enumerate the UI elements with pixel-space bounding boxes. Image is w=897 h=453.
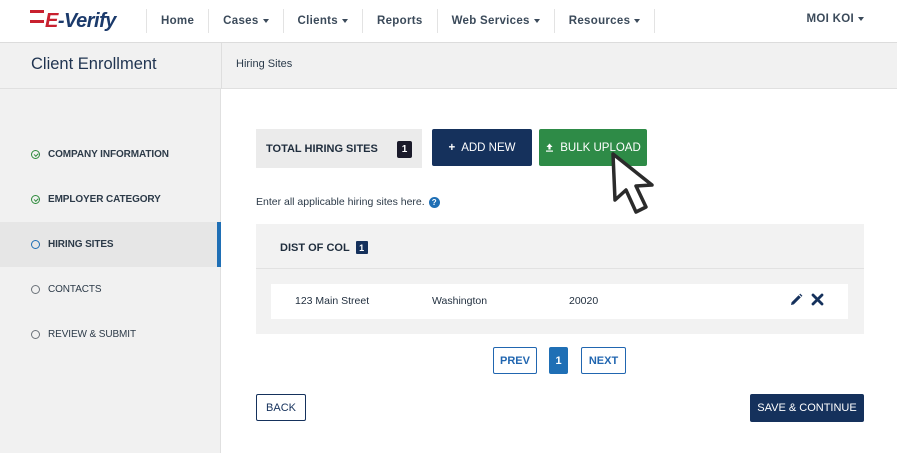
state-group-header: DIST OF COL 1 [280,241,368,254]
user-menu[interactable]: MOI KOI [807,13,864,25]
step-contacts[interactable]: CONTACTS [0,267,221,312]
top-navigation: E-Verify Home Cases Clients Reports Web … [0,0,897,43]
plus-icon: + [448,141,456,154]
check-circle-icon [31,195,40,204]
helper-text: Enter all applicable hiring sites here. … [256,196,440,208]
save-continue-button[interactable]: SAVE & CONTINUE [750,394,864,422]
page-header: Client Enrollment Hiring Sites [0,43,897,89]
state-name: DIST OF COL [280,241,350,254]
state-count-badge: 1 [355,241,368,254]
prev-page-button[interactable]: PREV [493,347,537,374]
site-street: 123 Main Street [295,295,370,307]
nav-resources[interactable]: Resources [553,9,656,33]
caret-down-icon [533,19,540,23]
e-verify-logo[interactable]: E-Verify [30,8,116,34]
check-circle-icon [31,150,40,159]
caret-down-icon [342,19,348,23]
site-zip: 20020 [569,295,599,307]
page-title: Client Enrollment [31,55,157,73]
page-1-button[interactable]: 1 [549,347,568,374]
step-employer-category[interactable]: EMPLOYER CATEGORY [0,177,221,222]
total-label: TOTAL HIRING SITES [266,142,378,155]
logo-text: -Verify [57,9,117,32]
caret-down-icon [634,19,641,23]
enrollment-steps-sidebar: COMPANY INFORMATION EMPLOYER CATEGORY HI… [0,89,221,453]
logo-prefix: E [45,9,58,32]
circle-icon [31,240,40,249]
circle-icon [31,330,40,339]
nav-home[interactable]: Home [146,9,208,33]
upload-icon [546,143,554,152]
circle-icon [31,285,40,294]
state-group-panel: DIST OF COL 1 123 Main Street Washington… [256,224,864,334]
table-row: 123 Main Street Washington 20020 [271,284,848,319]
nav-cases[interactable]: Cases [208,9,282,33]
nav-menu: Home Cases Clients Reports Web Services … [146,9,656,33]
help-icon[interactable]: ? [428,196,440,208]
mouse-pointer-icon [611,152,654,214]
nav-clients[interactable]: Clients [282,9,362,33]
step-hiring-sites[interactable]: HIRING SITES [0,222,221,267]
divider [256,268,864,269]
header-divider [221,43,222,89]
step-review-submit[interactable]: REVIEW & SUBMIT [0,312,221,357]
caret-down-icon [858,17,864,21]
user-name: MOI KOI [806,13,854,25]
site-city: Washington [432,295,488,307]
nav-reports[interactable]: Reports [362,9,437,33]
next-page-button[interactable]: NEXT [581,347,626,374]
nav-web-services[interactable]: Web Services [436,9,554,33]
flag-icon [30,10,44,32]
breadcrumb: Hiring Sites [236,58,293,70]
caret-down-icon [262,19,269,23]
total-count-badge: 1 [397,141,412,158]
step-company-information[interactable]: COMPANY INFORMATION [0,132,221,177]
pencil-icon[interactable] [789,293,803,307]
close-icon[interactable] [811,293,824,306]
back-button[interactable]: BACK [256,394,306,421]
add-new-button[interactable]: + ADD NEW [432,129,532,166]
total-hiring-sites: TOTAL HIRING SITES 1 [256,129,422,168]
